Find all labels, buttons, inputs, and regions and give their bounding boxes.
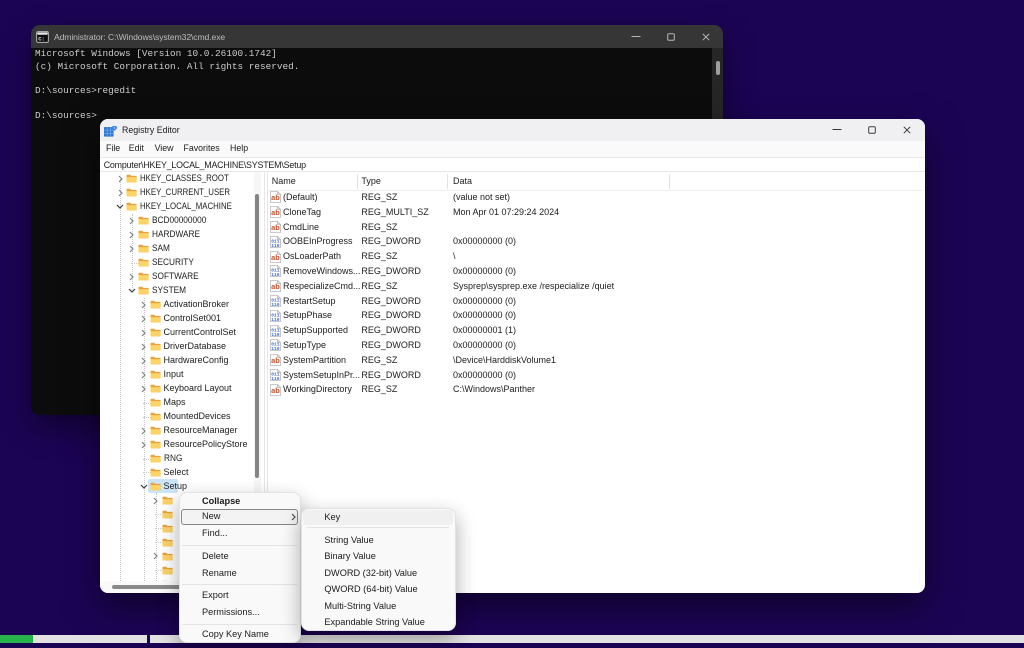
svg-text:ab: ab <box>271 223 280 232</box>
svg-text:110: 110 <box>271 317 280 322</box>
svg-text:110: 110 <box>271 331 280 336</box>
svg-text:ab: ab <box>271 282 280 291</box>
svg-text:110: 110 <box>271 376 280 381</box>
svg-text:ab: ab <box>271 208 280 217</box>
svg-text:ab: ab <box>271 386 280 395</box>
svg-text:110: 110 <box>271 243 280 248</box>
svg-text:C:: C: <box>38 35 45 42</box>
svg-text:ab: ab <box>271 253 280 262</box>
svg-text:110: 110 <box>271 272 280 277</box>
svg-text:110: 110 <box>271 346 280 351</box>
svg-text:ab: ab <box>271 356 280 365</box>
svg-text:110: 110 <box>271 302 280 307</box>
svg-text:ab: ab <box>271 194 280 203</box>
